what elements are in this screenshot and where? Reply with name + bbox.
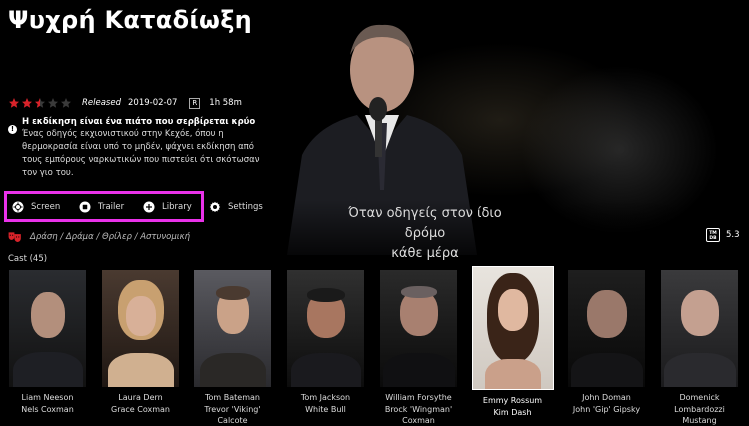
cast-name: William Forsythe [385,393,452,402]
star-full-icon [22,98,32,108]
cast-photo [568,270,645,387]
trailer-button-label: Trailer [98,202,125,212]
cast-name: Laura Dern [118,393,163,402]
cast-role: Brock 'Wingman' [384,405,453,414]
tmdb-rating: TM DB 5.3 [706,228,740,242]
cast-photo [661,270,738,387]
cast-name: John Doman [582,393,631,402]
gear-icon [209,201,221,213]
cast-card[interactable]: Tom Jackson White Bull [279,266,372,415]
cast-card[interactable]: Tom Bateman Trevor 'Viking' Calcote [186,266,279,426]
cast-photo [9,270,86,387]
genres-text: Δράση / Δράμα / Θρίλερ / Αστυνομική [30,232,191,242]
trailer-button[interactable]: Trailer [79,200,124,214]
cast-card[interactable]: Liam Neeson Nels Coxman [1,266,94,415]
cast-photo [194,270,271,387]
star-half-icon [35,98,45,108]
settings-button[interactable]: Settings [209,200,263,214]
cast-role: White Bull [305,405,346,414]
cast-photo [471,266,554,390]
info-icon: ! [8,125,17,134]
cast-role: Lombardozzi [674,405,725,414]
release-date: 2019-02-07 [128,98,178,108]
plot-summary: Ένας οδηγός εκχιονιστικού στην Κεχόε, όπ… [22,129,260,178]
cast-role: John 'Gip' Gipsky [572,405,641,414]
backdrop-subtitle: Όταν οδηγείς στον ίδιο δρόμο κάθε μέρα [340,204,510,264]
runtime: 1h 58m [209,98,242,108]
cast-name: Tom Bateman [205,393,260,402]
meta-row: Released 2019-02-07 R 1h 58m [8,96,242,110]
cast-photo [102,270,179,387]
cast-role: Trevor 'Viking' [204,405,261,414]
page-title: Ψυχρή Καταδίωξη [8,6,253,34]
cast-label: Cast (45) [8,254,48,264]
tmdb-logo-icon: TM DB [706,228,720,242]
genres-row: Δράση / Δράμα / Θρίλερ / Αστυνομική [8,231,190,243]
cast-role-continued: Coxman [402,416,435,425]
stop-icon [79,201,91,213]
cast-name: Domenick [679,393,720,402]
cast-card[interactable]: Domenick Lombardozzi Mustang [653,266,746,426]
screen-button[interactable]: Screen [12,200,60,214]
screen-button-label: Screen [31,202,61,212]
cast-name: Liam Neeson [21,393,74,402]
backdrop-subtitle-line2: κάθε μέρα [391,246,459,261]
backdrop-subtitle-line1: Όταν οδηγείς στον ίδιο δρόμο [348,206,502,241]
library-button-label: Library [162,202,192,212]
cast-name: Tom Jackson [300,393,351,402]
star-rating [8,97,72,109]
released-label: Released [82,98,121,108]
cast-photo [380,270,457,387]
star-empty-icon [48,98,58,108]
cast-card[interactable]: Laura Dern Grace Coxman [94,266,187,415]
plus-icon [143,201,155,213]
cast-card[interactable]: Emmy Rossum Kim Dash [466,266,559,418]
content-rating-badge: R [189,97,201,109]
crosshair-icon [12,201,24,213]
star-full-icon [9,98,19,108]
star-empty-icon [61,98,71,108]
cast-name: Emmy Rossum [482,396,543,405]
cast-photo [287,270,364,387]
cast-card[interactable]: William Forsythe Brock 'Wingman' Coxman [372,266,465,426]
cast-role: Grace Coxman [111,405,170,414]
cast-role-continued: Mustang [682,416,717,425]
theater-masks-icon [8,232,21,242]
cast-card[interactable]: John Doman John 'Gip' Gipsky [560,266,653,415]
settings-button-label: Settings [228,202,263,212]
cast-role: Nels Coxman [21,405,74,414]
cast-role-continued: Calcote [217,416,248,425]
cast-row: Liam Neeson Nels Coxman Laura Dern Grace… [0,266,749,426]
library-button[interactable]: Library [143,200,192,214]
tmdb-score: 5.3 [726,230,740,240]
cast-role: Kim Dash [493,408,532,417]
